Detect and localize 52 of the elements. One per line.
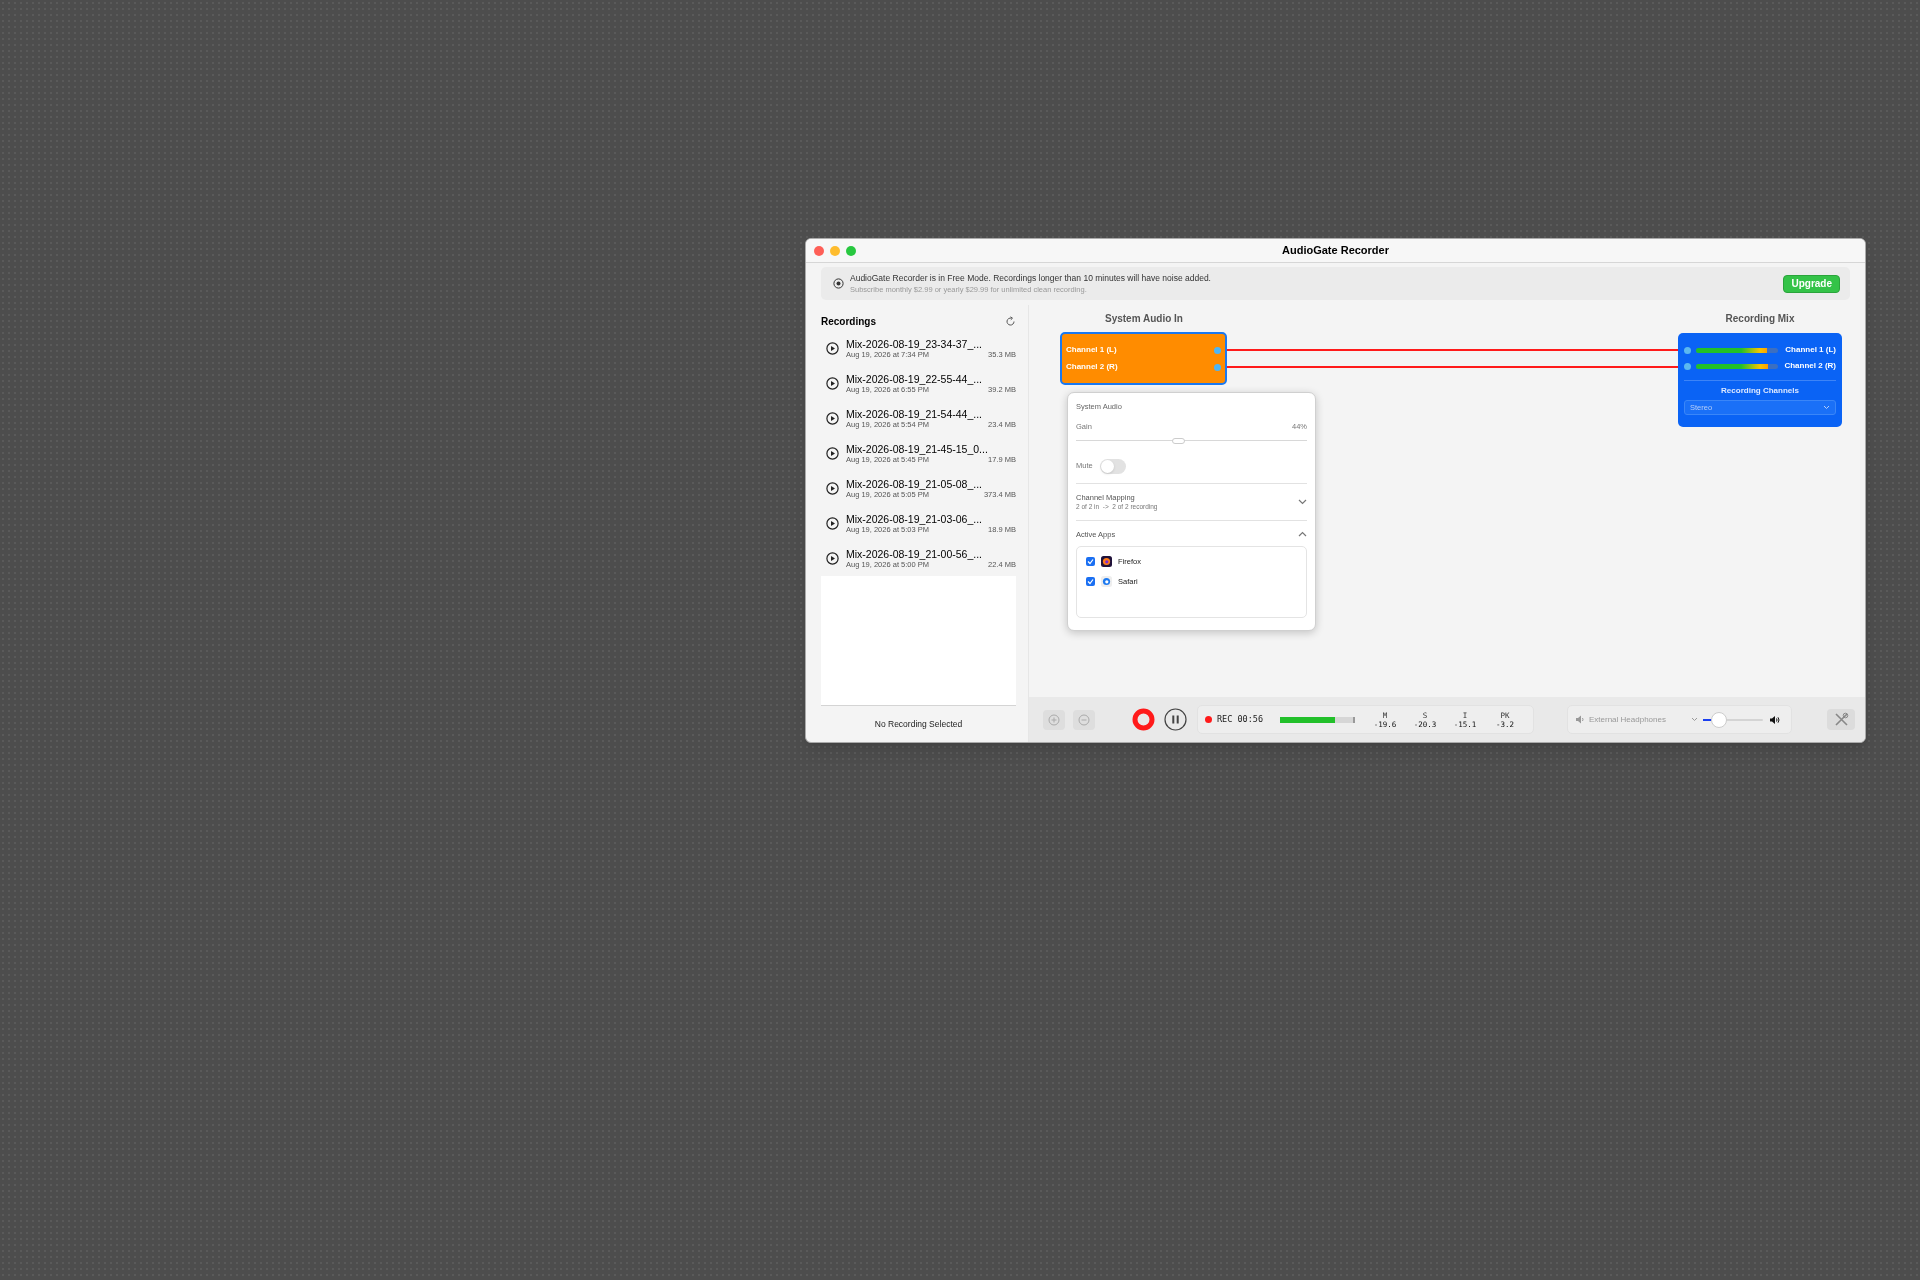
gain-slider[interactable]: [1076, 435, 1307, 446]
chevron-down-icon: [1823, 405, 1830, 410]
pause-button[interactable]: [1164, 708, 1187, 731]
tools-icon: [1833, 712, 1849, 727]
app-checkbox[interactable]: [1086, 576, 1095, 586]
play-icon[interactable]: [826, 552, 839, 565]
speaker-icon: [1575, 715, 1585, 724]
recording-name: Mix-2026-08-19_22-55-44_...: [846, 373, 983, 384]
recording-name: Mix-2026-08-19_21-00-56_...: [846, 548, 983, 559]
speaker-loud-icon: [1769, 714, 1781, 725]
mix-title: Recording Mix: [1724, 312, 1796, 326]
recording-name: Mix-2026-08-19_21-54-44_...: [846, 408, 983, 419]
chevron-down-icon: [1298, 498, 1307, 505]
play-icon[interactable]: [826, 342, 839, 355]
channel-label: Channel 2 (R): [1066, 361, 1118, 373]
minus-icon: [1078, 713, 1090, 726]
channel-label: Channel 2 (R): [1784, 360, 1836, 372]
zoom-button[interactable]: [846, 246, 856, 256]
channel-label: Channel 1 (L): [1785, 344, 1836, 356]
volume-slider[interactable]: [1703, 711, 1763, 728]
recording-name: Mix-2026-08-19_21-05-08_...: [846, 478, 983, 489]
play-icon[interactable]: [826, 377, 839, 390]
source-title: System Audio In: [1104, 312, 1184, 326]
close-button[interactable]: [814, 246, 824, 256]
play-icon[interactable]: [826, 482, 839, 495]
channel-label: Channel 1 (L): [1066, 344, 1117, 356]
selection-status: No Recording Selected: [874, 717, 963, 731]
play-icon[interactable]: [826, 517, 839, 530]
plus-icon: [1048, 713, 1060, 726]
mute-toggle[interactable]: [1099, 458, 1126, 474]
banner-message: AudioGate Recorder is in Free Mode. Recordings longer than 10 minutes will have noise added.: [850, 272, 1211, 284]
sidebar-title: Recordings: [821, 314, 876, 329]
chevron-up-icon: [1298, 531, 1307, 537]
window-title: AudioGate Recorder: [1282, 243, 1389, 259]
tools-button[interactable]: [1827, 709, 1855, 730]
add-button[interactable]: [1043, 709, 1065, 730]
app-checkbox[interactable]: [1086, 556, 1095, 566]
recording-name: Mix-2026-08-19_21-03-06_...: [846, 513, 983, 524]
app-icon: [1101, 555, 1112, 567]
recording-name: Mix-2026-08-19_23-34-37_...: [846, 338, 983, 349]
remove-button[interactable]: [1073, 709, 1095, 730]
channels-label: Recording Channels: [1721, 385, 1799, 397]
record-button[interactable]: [1132, 708, 1155, 731]
app-icon: [1101, 575, 1112, 587]
refresh-icon[interactable]: [1005, 315, 1016, 327]
minimize-button[interactable]: [830, 246, 840, 256]
recording-name: Mix-2026-08-19_21-45-15_0...: [846, 443, 989, 454]
chevron-down-icon: [1691, 717, 1698, 722]
record-icon: [833, 278, 844, 289]
recording-time: REC 00:56: [1217, 713, 1264, 726]
play-icon[interactable]: [826, 412, 839, 425]
play-icon[interactable]: [826, 447, 839, 460]
